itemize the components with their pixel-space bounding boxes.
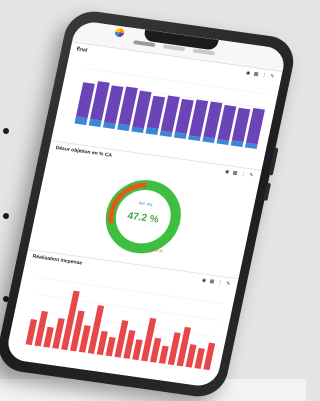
bar [203,342,216,371]
gauge-value-label: 47.2 % [150,247,164,254]
bar [158,345,169,364]
bullet-point [3,128,9,134]
bar [96,330,108,356]
tab[interactable] [192,48,216,56]
phone-mockup: Énal ◉ ▦ ⋮ ✎ Désur objetion en % CA ◉ ▦ … [0,7,299,401]
phone-screen: Énal ◉ ▦ ⋮ ✎ Désur objetion en % CA ◉ ▦ … [4,19,288,389]
bullet-point [3,213,9,219]
gridline [34,293,222,321]
bar [185,344,197,368]
bar [105,336,116,357]
app-logo-icon[interactable] [114,27,125,38]
bar [149,337,162,363]
